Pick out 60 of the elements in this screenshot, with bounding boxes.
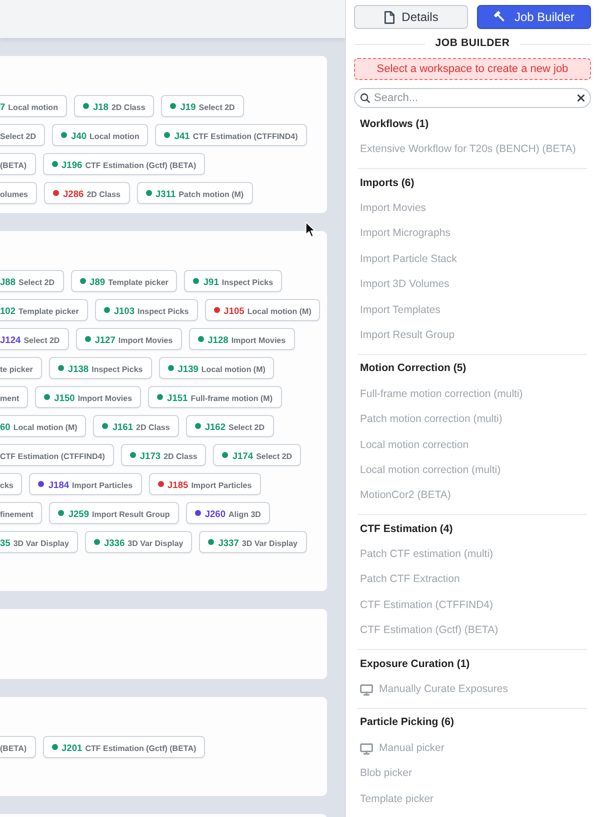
job-chip[interactable]: J91 Inspect Picks [184, 270, 282, 292]
job-chip[interactable]: olumes [0, 182, 38, 204]
job-chip[interactable]: J128 Import Movies [188, 328, 295, 350]
job-chip[interactable]: J259 Import Result Group [49, 502, 179, 524]
monitor-icon [360, 742, 373, 755]
job-chip[interactable]: CTF Estimation (CTFFIND4) [0, 444, 114, 466]
job-chip[interactable]: Select 2D [0, 124, 46, 146]
job-chip[interactable]: J138 Inspect Picks [48, 357, 152, 379]
job-chip[interactable]: 102 Template picker [0, 299, 88, 321]
job-chip[interactable]: cks [0, 473, 22, 495]
job-chip[interactable]: (BETA) [0, 736, 36, 758]
job-chip[interactable]: ment [0, 386, 28, 408]
document-icon [384, 10, 395, 24]
job-chip[interactable]: J196 CTF Estimation (Gctf) (BETA) [42, 153, 206, 175]
job-chip[interactable]: 7 Local motion [0, 95, 67, 117]
job-chip[interactable]: J127 Import Movies [76, 328, 182, 350]
job-chip[interactable]: J184 Import Particles [29, 473, 142, 495]
job-chip[interactable]: J201 CTF Estimation (Gctf) (BETA) [42, 736, 206, 758]
job-chip[interactable]: J19 Select 2D [161, 95, 244, 117]
category-heading: Exposure Curation (1) [360, 656, 470, 672]
job-chip[interactable]: 60 Local motion (M) [0, 415, 86, 437]
job-chip[interactable]: te picker [0, 357, 42, 379]
panel-tab[interactable]: Job Builder [477, 5, 591, 29]
section-title: JOB BUILDER [435, 36, 510, 52]
job-chip[interactable]: J151 Full-frame motion (M) [148, 386, 282, 408]
job-chip[interactable]: J260 Align 3D [186, 502, 270, 524]
job-chip[interactable]: J185 Import Particles [148, 473, 261, 495]
job-chip[interactable]: J161 2D Class [93, 415, 179, 437]
monitor-icon [360, 684, 373, 696]
alert-message: Select a workspace to create a new job [354, 58, 591, 80]
job-chip[interactable]: J88 Select 2D [0, 270, 64, 292]
job-chip[interactable]: J124 Select 2D [0, 328, 69, 350]
job-chip[interactable]: J337 3D Var Display [199, 531, 306, 553]
category-heading: Workflows (1) [360, 116, 429, 132]
category-heading: CTF Estimation (4) [360, 522, 453, 537]
job-chip[interactable]: J162 Select 2D [186, 415, 274, 437]
job-chip[interactable]: (BETA) [0, 153, 36, 175]
job-chip[interactable]: finement [0, 502, 42, 524]
search-field[interactable]: Search... [354, 88, 591, 108]
job-chip[interactable]: J139 Local motion (M) [158, 357, 274, 379]
job-chip[interactable]: J311 Patch motion (M) [136, 182, 253, 204]
job-chip[interactable]: J150 Import Movies [35, 386, 142, 408]
job-chip[interactable]: J103 Inspect Picks [94, 299, 198, 321]
close-icon [577, 94, 585, 102]
job-chip[interactable]: J174 Select 2D [213, 444, 302, 466]
category-heading: Particle Picking (6) [360, 715, 454, 730]
job-chip[interactable]: J41 CTF Estimation (CTFFIND4) [155, 124, 307, 146]
job-chip[interactable]: J40 Local motion [52, 124, 148, 146]
search-icon [360, 92, 370, 102]
clear-button[interactable] [577, 94, 585, 102]
job-chip[interactable]: J286 2D Class [44, 182, 130, 204]
job-chip[interactable]: 35 3D Var Display [0, 531, 78, 553]
job-chip[interactable]: J173 2D Class [120, 444, 206, 466]
job-chip[interactable]: J105 Local motion (M) [204, 299, 320, 321]
job-chip[interactable]: J18 2D Class [74, 95, 154, 117]
category-heading: Imports (6) [360, 176, 414, 191]
category-heading: Motion Correction (5) [360, 361, 466, 376]
job-chip[interactable]: J336 3D Var Display [84, 531, 192, 553]
panel-tab[interactable]: Details [354, 5, 468, 29]
job-chip[interactable]: J89 Template picker [70, 270, 178, 292]
